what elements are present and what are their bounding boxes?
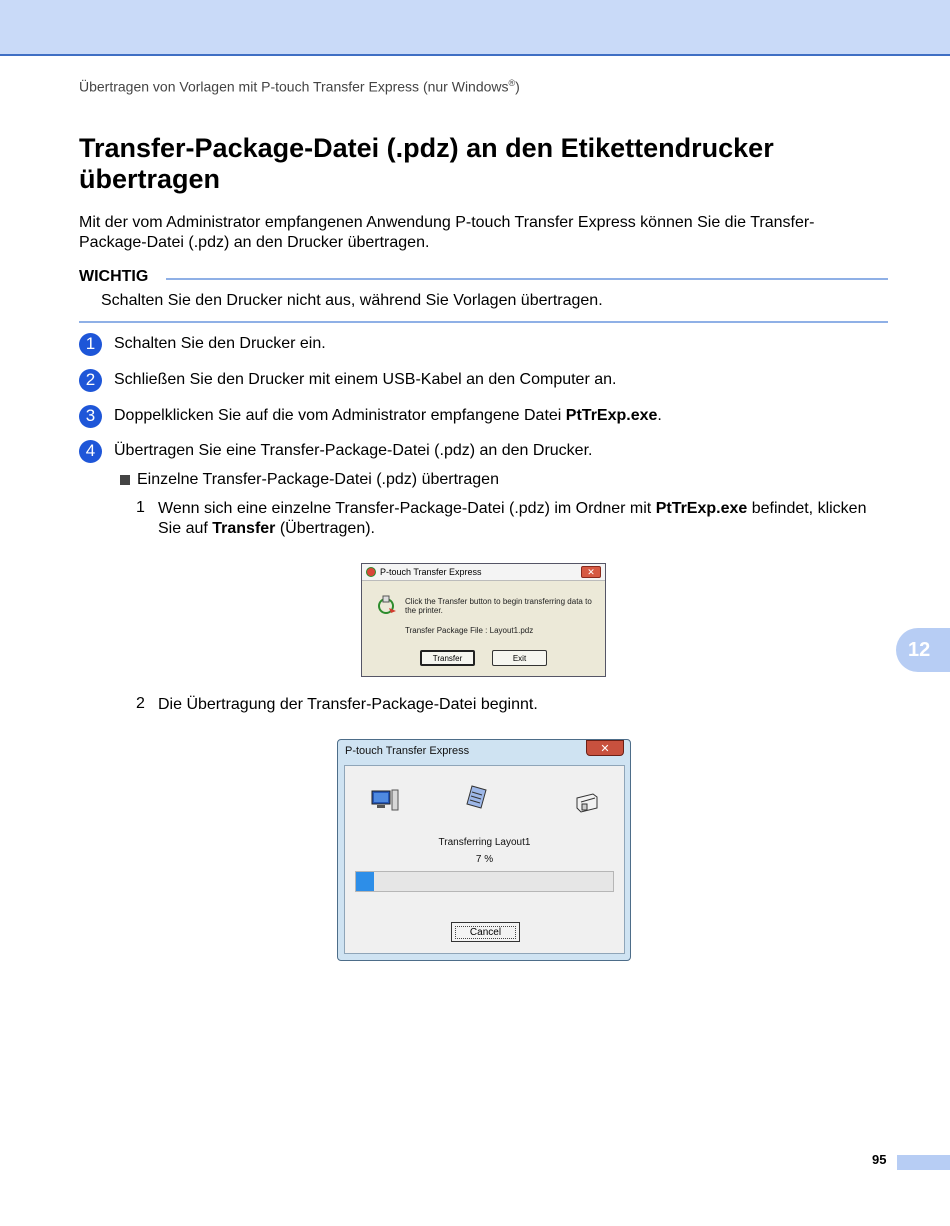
dialog-message: Click the Transfer button to begin trans… — [405, 597, 592, 615]
transfer-icon — [378, 595, 396, 614]
square-bullet-icon — [120, 475, 130, 485]
bullet-item: Einzelne Transfer-Package-Datei (.pdz) ü… — [120, 471, 499, 489]
substep-number: 1 — [136, 499, 145, 516]
substep-text: Die Übertragung der Transfer-Package-Dat… — [158, 696, 538, 713]
step-number-badge: 3 — [79, 404, 102, 428]
transfer-prompt-dialog: P-touch Transfer Express ✕ Click the Tra… — [361, 563, 606, 677]
document-icon — [466, 785, 487, 809]
important-label: WICHTIG — [79, 268, 149, 285]
step-3: 3 Doppelklicken Sie auf die vom Administ… — [79, 404, 662, 428]
important-rule-top — [166, 278, 888, 280]
computer-icon — [371, 789, 399, 811]
step-text: Schließen Sie den Drucker mit einem USB-… — [114, 371, 617, 388]
running-header: Übertragen von Vorlagen mit P-touch Tran… — [79, 78, 520, 95]
dialog-title: P-touch Transfer Express — [380, 567, 482, 577]
step-number-badge: 1 — [79, 332, 102, 356]
chapter-tab: 12 — [896, 628, 950, 672]
step-2: 2 Schließen Sie den Drucker mit einem US… — [79, 368, 616, 392]
step-number-badge: 4 — [79, 439, 102, 463]
progress-percent: 7 % — [475, 854, 494, 865]
package-file-label: Transfer Package File : Layout1.pdz — [405, 626, 534, 635]
step-text: Schalten Sie den Drucker ein. — [114, 335, 326, 352]
close-button[interactable]: ✕ — [586, 740, 624, 756]
app-icon — [366, 567, 376, 577]
intro-paragraph: Mit der vom Administrator empfangenen An… — [79, 214, 815, 251]
step-text: Übertragen Sie eine Transfer-Package-Dat… — [114, 442, 593, 459]
dialog-titlebar: P-touch Transfer Express ✕ — [362, 564, 605, 581]
substep-text: Wenn sich eine einzelne Transfer-Package… — [158, 500, 867, 537]
transfer-progress-dialog: P-touch Transfer Express ✕ Transferring … — [337, 739, 631, 961]
substep-number: 2 — [136, 695, 145, 712]
step-4: 4 Übertragen Sie eine Transfer-Package-D… — [79, 439, 592, 463]
filename-bold: PtTrExp.exe — [565, 407, 658, 424]
page-number: 95 — [872, 1152, 887, 1167]
page-title: Transfer-Package-Datei (.pdz) an den Eti… — [79, 133, 774, 194]
exit-button[interactable]: Exit — [492, 650, 547, 666]
bullet-text: Einzelne Transfer-Package-Datei (.pdz) ü… — [137, 471, 499, 488]
printer-icon — [576, 793, 598, 813]
progress-bar-fill — [356, 872, 374, 891]
close-button[interactable]: ✕ — [581, 566, 601, 578]
step-1: 1 Schalten Sie den Drucker ein. — [79, 332, 326, 356]
step-text: Doppelklicken Sie auf die vom Administra… — [114, 407, 662, 424]
progress-bar — [355, 871, 614, 892]
dialog-title: P-touch Transfer Express — [345, 745, 470, 757]
important-text: Schalten Sie den Drucker nicht aus, währ… — [101, 292, 603, 309]
dialog-body: Transferring Layout1 7 % Cancel — [344, 765, 625, 954]
important-rule-bottom — [79, 321, 888, 323]
header-band — [0, 0, 950, 56]
transfer-button[interactable]: Transfer — [420, 650, 475, 666]
footer-bar — [897, 1155, 950, 1170]
step-number-badge: 2 — [79, 368, 102, 392]
cancel-button[interactable]: Cancel — [451, 922, 520, 942]
transfer-status: Transferring Layout1 — [438, 837, 531, 848]
